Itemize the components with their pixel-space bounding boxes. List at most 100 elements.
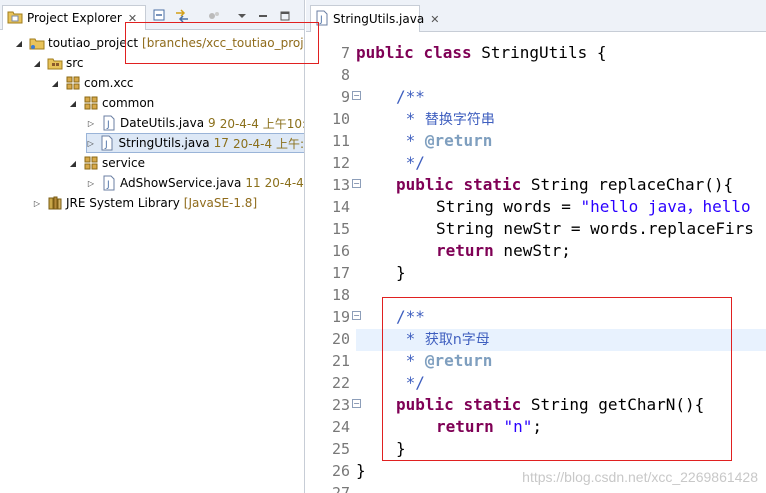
code-editor[interactable]: 7 8 9 10 11 12 13 14 15 16 17 18 19 20 2…: [306, 33, 766, 493]
line-number: 17: [331, 264, 350, 282]
watermark-text: https://blog.csdn.net/xcc_2269861428: [522, 469, 758, 485]
svg-text:J: J: [319, 15, 323, 25]
fold-toggle-icon[interactable]: −: [352, 399, 361, 408]
line-number: 25: [331, 440, 350, 458]
svg-text:J: J: [104, 140, 108, 150]
ad-show-service-name: AdShowService.java: [120, 176, 242, 190]
tree-item-string-utils[interactable]: ▷ J StringUtils.java 17 20-4-4 上午:: [86, 133, 304, 153]
expanded-arrow-icon[interactable]: ◢: [14, 38, 24, 48]
tree-item-common[interactable]: ◢ common: [68, 93, 154, 113]
keyword: return: [436, 241, 494, 260]
java-file-icon: J: [101, 115, 117, 131]
tab-string-utils-java[interactable]: J StringUtils.java ✕: [310, 5, 439, 32]
code-text: ;: [532, 417, 542, 436]
project-icon: [29, 35, 45, 51]
tree-item-project[interactable]: ◢ toutiao_project [branches/xcc_toutiao_…: [14, 33, 305, 53]
code-line-9: /**: [396, 87, 425, 106]
keyword: class: [423, 43, 472, 62]
code-line-19: /**: [396, 307, 425, 326]
tree-item-service[interactable]: ◢ service: [68, 153, 145, 173]
code-line-13: public static String replaceChar(){: [396, 174, 733, 196]
fold-toggle-icon[interactable]: −: [352, 311, 361, 320]
comment-star: *: [396, 109, 425, 128]
code-line-7: public class StringUtils {: [356, 42, 606, 64]
tree-item-ad-show-service[interactable]: ▷ J AdShowService.java 11 20-4-4: [86, 173, 304, 193]
collapsed-arrow-icon[interactable]: ▷: [87, 138, 94, 148]
library-icon: [47, 195, 63, 211]
line-number: 16: [331, 242, 350, 260]
string-utils-date: 20-4-4 上午:: [232, 136, 304, 151]
code-line-17: }: [396, 263, 406, 282]
date-utils-date: 20-4-4 上午10:: [219, 116, 305, 131]
fold-toggle-icon[interactable]: −: [352, 91, 361, 100]
keyword: public: [396, 395, 454, 414]
line-number: 8: [340, 66, 350, 84]
code-line-12: */: [396, 153, 425, 172]
keyword: public: [396, 175, 454, 194]
maximize-icon[interactable]: [277, 9, 293, 23]
editor-tab-label: StringUtils.java: [333, 12, 425, 26]
code-text: StringUtils {: [471, 43, 607, 62]
collapse-all-icon[interactable]: [152, 9, 168, 23]
expanded-arrow-icon[interactable]: ◢: [68, 98, 78, 108]
line-number: 27: [331, 484, 350, 493]
collapsed-arrow-icon[interactable]: ▷: [32, 198, 42, 208]
code-line-16: return newStr;: [436, 240, 571, 262]
ad-show-service-revision: 11: [245, 176, 261, 190]
src-label: src: [66, 56, 84, 70]
code-line-11: * @return: [396, 130, 493, 152]
filter-icon[interactable]: [206, 9, 222, 23]
collapsed-arrow-icon[interactable]: ▷: [86, 178, 96, 188]
code-text: newStr;: [493, 241, 571, 260]
minimize-icon[interactable]: [255, 9, 271, 23]
tree-item-package[interactable]: ◢ com.xcc: [50, 73, 134, 93]
comment-star: *: [396, 351, 425, 370]
keyword: public: [356, 43, 414, 62]
line-number: 23: [331, 396, 350, 414]
line-number: 18: [331, 286, 350, 304]
string-literal: "n": [503, 417, 533, 436]
line-number: 19: [331, 308, 350, 326]
tab-project-explorer[interactable]: Project Explorer ✕: [2, 5, 146, 30]
expanded-arrow-icon[interactable]: ◢: [32, 58, 42, 68]
expanded-arrow-icon[interactable]: ◢: [50, 78, 60, 88]
code-line-25: }: [396, 439, 406, 458]
tree-item-jre[interactable]: ▷ JRE System Library [JavaSE-1.8]: [32, 193, 257, 213]
project-branch-decoration: [branches/xcc_toutiao_proje: [142, 36, 305, 50]
line-number: 22: [331, 374, 350, 392]
tab-project-explorer-label: Project Explorer: [27, 11, 122, 25]
code-line-20: * 获取n字母: [396, 328, 490, 350]
comment-star: *: [396, 131, 425, 150]
expanded-arrow-icon[interactable]: ◢: [68, 158, 78, 168]
jre-version-decoration: [JavaSE-1.8]: [183, 196, 258, 210]
line-number: 15: [331, 220, 350, 238]
code-line-24: return "n";: [436, 416, 542, 438]
java-file-icon: J: [101, 175, 117, 191]
tree-item-src[interactable]: ◢ src: [32, 53, 84, 73]
package-icon: [83, 95, 99, 111]
close-icon[interactable]: ✕: [128, 13, 137, 24]
date-utils-name: DateUtils.java: [120, 116, 205, 130]
string-literal: "hello java，hello: [580, 197, 751, 216]
link-with-editor-icon[interactable]: [174, 9, 190, 23]
ad-show-service-date: 20-4-4: [264, 176, 304, 190]
code-text: String getCharN(){: [521, 395, 705, 414]
string-utils-revision: 17: [213, 136, 229, 150]
common-label: common: [102, 96, 155, 110]
jre-label: JRE System Library: [66, 196, 180, 210]
fold-toggle-icon[interactable]: −: [352, 179, 361, 188]
code-text: String replaceChar(){: [521, 175, 734, 194]
tree-item-date-utils[interactable]: ▷ J DateUtils.java 9 20-4-4 上午10:: [86, 113, 305, 133]
editor-panel: J StringUtils.java ✕ 7 8 9 10 11 12 13 1…: [306, 0, 766, 493]
line-number: 13: [331, 176, 350, 194]
code-line-10: * 替换字符串: [396, 108, 495, 130]
code-line-23: public static String getCharN(){: [396, 394, 704, 416]
close-icon[interactable]: ✕: [430, 14, 439, 25]
view-menu-icon[interactable]: [234, 9, 250, 23]
collapsed-arrow-icon[interactable]: ▷: [86, 118, 96, 128]
editor-tabbar: J StringUtils.java ✕: [306, 0, 766, 32]
source-folder-icon: [47, 55, 63, 71]
project-name: toutiao_project: [48, 36, 139, 50]
javadoc-tag: @return: [424, 351, 493, 370]
overview-ruler: [310, 33, 318, 493]
